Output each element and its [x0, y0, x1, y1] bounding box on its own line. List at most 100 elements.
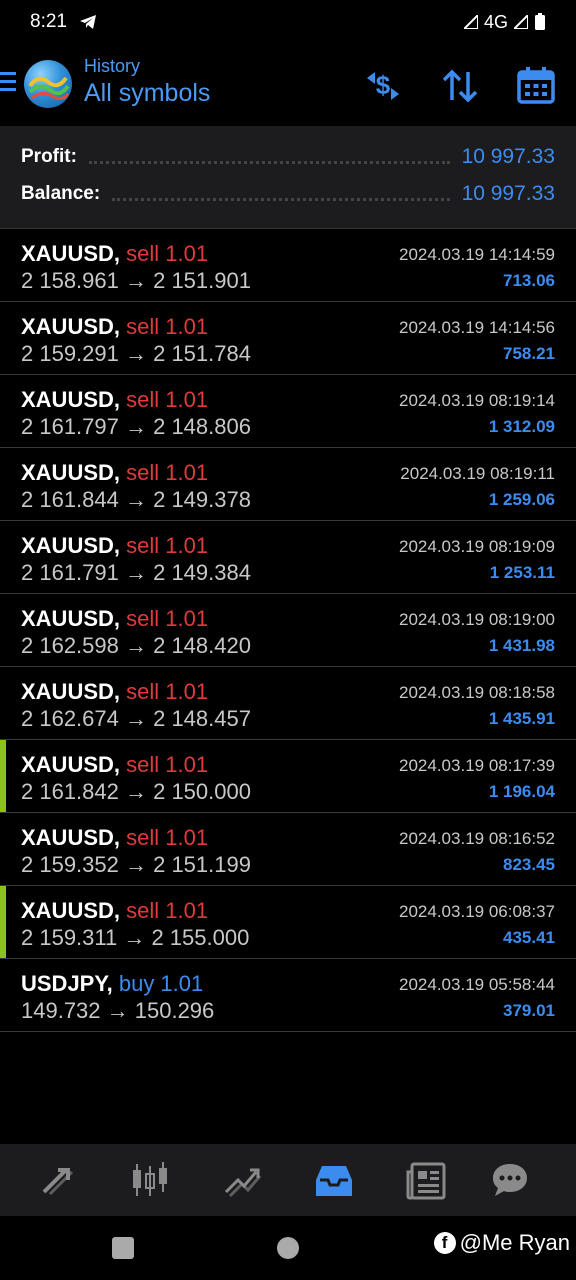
trade-row[interactable]: XAUUSD, sell 1.01 2 161.791 → 2 149.384 … — [0, 521, 576, 594]
trade-icon — [224, 1168, 262, 1198]
currency-exchange-button[interactable]: $ — [361, 64, 405, 108]
history-icon — [316, 1166, 352, 1196]
status-bar: 8:21 4G — [0, 0, 576, 44]
trade-prices: 2 162.598 → 2 148.420 — [21, 633, 251, 658]
bottom-tab-bar — [0, 1144, 576, 1216]
app-header: History All symbols $ — [0, 44, 576, 126]
trade-profit: 379.01 — [503, 1001, 555, 1020]
network-type: 4G — [483, 11, 508, 32]
watermark-text: @Me Ryan — [459, 1230, 570, 1255]
sort-icon — [442, 69, 478, 103]
balance-row: Balance: 10 997.33 — [21, 179, 555, 209]
account-summary: Profit: 10 997.33 Balance: 10 997.33 — [0, 126, 576, 229]
title-block: History All symbols — [84, 56, 210, 108]
trade-prices: 2 161.797 → 2 148.806 — [21, 414, 251, 439]
trade-type: sell 1.01 — [126, 387, 209, 412]
trade-row[interactable]: USDJPY, buy 1.01 149.732 → 150.296 2024.… — [0, 959, 576, 1032]
sort-button[interactable] — [438, 64, 482, 108]
trade-symbol: XAUUSD, — [21, 533, 121, 558]
trade-row[interactable]: XAUUSD, sell 1.01 2 158.961 → 2 151.901 … — [0, 229, 576, 302]
trade-type: sell 1.01 — [126, 825, 209, 850]
recents-button[interactable] — [112, 1237, 134, 1259]
trade-type: sell 1.01 — [126, 314, 209, 339]
trade-prices: 2 161.844 → 2 149.378 — [21, 487, 251, 512]
tab-history[interactable] — [312, 1158, 356, 1202]
trade-row[interactable]: XAUUSD, sell 1.01 2 159.311 → 2 155.000 … — [0, 886, 576, 959]
balance-label: Balance: — [21, 183, 101, 204]
trade-symbol: USDJPY, — [21, 971, 113, 996]
trade-type: sell 1.01 — [126, 241, 209, 266]
system-nav-bar: f @Me Ryan — [0, 1216, 576, 1280]
trade-symbol: XAUUSD, — [21, 679, 121, 704]
watermark: f @Me Ryan — [433, 1230, 570, 1256]
tab-news[interactable] — [404, 1158, 448, 1202]
facebook-icon: f — [433, 1232, 456, 1254]
trade-prices: 2 161.842 → 2 150.000 — [21, 779, 251, 804]
tab-chart[interactable] — [128, 1158, 172, 1202]
trade-prices: 2 162.674 → 2 148.457 — [21, 706, 251, 731]
trade-prices: 2 158.961 → 2 151.901 — [21, 268, 251, 293]
trade-time: 2024.03.19 08:19:09 — [399, 537, 555, 556]
trade-time: 2024.03.19 08:16:52 — [399, 829, 555, 848]
trade-time: 2024.03.19 08:19:14 — [399, 391, 555, 410]
currency-exchange-icon: $ — [367, 70, 399, 100]
trade-time: 2024.03.19 08:19:00 — [399, 610, 555, 629]
calendar-button[interactable] — [514, 64, 558, 108]
tab-chat[interactable] — [488, 1158, 532, 1202]
home-button[interactable] — [277, 1237, 299, 1259]
trade-row[interactable]: XAUUSD, sell 1.01 2 159.352 → 2 151.199 … — [0, 813, 576, 886]
trade-prices: 149.732 → 150.296 — [21, 998, 215, 1023]
trade-profit: 713.06 — [503, 271, 555, 290]
trade-profit: 1 259.06 — [488, 490, 555, 509]
trade-symbol: XAUUSD, — [21, 898, 121, 923]
trade-symbol: XAUUSD, — [21, 825, 121, 850]
app-logo — [24, 60, 72, 108]
trade-symbol: XAUUSD, — [21, 314, 121, 339]
calendar-icon — [517, 67, 555, 104]
menu-icon[interactable] — [0, 72, 16, 94]
trade-type: sell 1.01 — [126, 606, 209, 631]
chart-candles-icon — [133, 1162, 167, 1196]
profit-value: 10 997.33 — [461, 145, 555, 168]
trade-profit: 758.21 — [503, 344, 555, 363]
trade-row[interactable]: XAUUSD, sell 1.01 2 159.291 → 2 151.784 … — [0, 302, 576, 375]
trade-row[interactable]: XAUUSD, sell 1.01 2 161.844 → 2 149.378 … — [0, 448, 576, 521]
dotted-leader — [112, 196, 450, 201]
trade-time: 2024.03.19 08:17:39 — [399, 756, 555, 775]
status-time: 8:21 — [30, 11, 67, 32]
news-icon — [406, 1162, 446, 1200]
trade-type: sell 1.01 — [126, 752, 209, 777]
trade-symbol: XAUUSD, — [21, 241, 121, 266]
tab-trade[interactable] — [220, 1158, 264, 1202]
trade-row[interactable]: XAUUSD, sell 1.01 2 162.674 → 2 148.457 … — [0, 667, 576, 740]
trade-type: sell 1.01 — [126, 898, 209, 923]
trade-row[interactable]: XAUUSD, sell 1.01 2 161.842 → 2 150.000 … — [0, 740, 576, 813]
trade-time: 2024.03.19 14:14:59 — [399, 245, 555, 264]
trade-prices: 2 159.352 → 2 151.199 — [21, 852, 251, 877]
trade-profit: 1 253.11 — [489, 563, 555, 582]
trade-row[interactable]: XAUUSD, sell 1.01 2 161.797 → 2 148.806 … — [0, 375, 576, 448]
tab-quotes[interactable] — [36, 1158, 80, 1202]
trade-type: sell 1.01 — [126, 679, 209, 704]
page-title[interactable]: All symbols — [84, 79, 210, 108]
signal-icon — [514, 15, 528, 29]
profit-row: Profit: 10 997.33 — [21, 142, 555, 172]
trade-history-list: XAUUSD, sell 1.01 2 158.961 → 2 151.901 … — [0, 229, 576, 1032]
trade-time: 2024.03.19 05:58:44 — [399, 975, 555, 994]
signal-icon — [463, 15, 478, 29]
chat-icon — [493, 1164, 527, 1196]
trade-profit: 1 435.91 — [488, 709, 555, 728]
dotted-leader — [88, 159, 450, 164]
trade-symbol: XAUUSD, — [21, 387, 121, 412]
trade-row[interactable]: XAUUSD, sell 1.01 2 162.598 → 2 148.420 … — [0, 594, 576, 667]
quotes-icon — [42, 1168, 74, 1196]
trade-time: 2024.03.19 08:18:58 — [399, 683, 555, 702]
balance-value: 10 997.33 — [461, 182, 555, 205]
trade-prices: 2 159.291 → 2 151.784 — [21, 341, 251, 366]
trade-prices: 2 159.311 → 2 155.000 — [21, 925, 250, 950]
battery-icon — [535, 13, 545, 30]
trade-symbol: XAUUSD, — [21, 606, 121, 631]
telegram-icon — [79, 15, 96, 29]
trade-symbol: XAUUSD, — [21, 460, 121, 485]
trade-profit: 1 196.04 — [488, 782, 555, 801]
